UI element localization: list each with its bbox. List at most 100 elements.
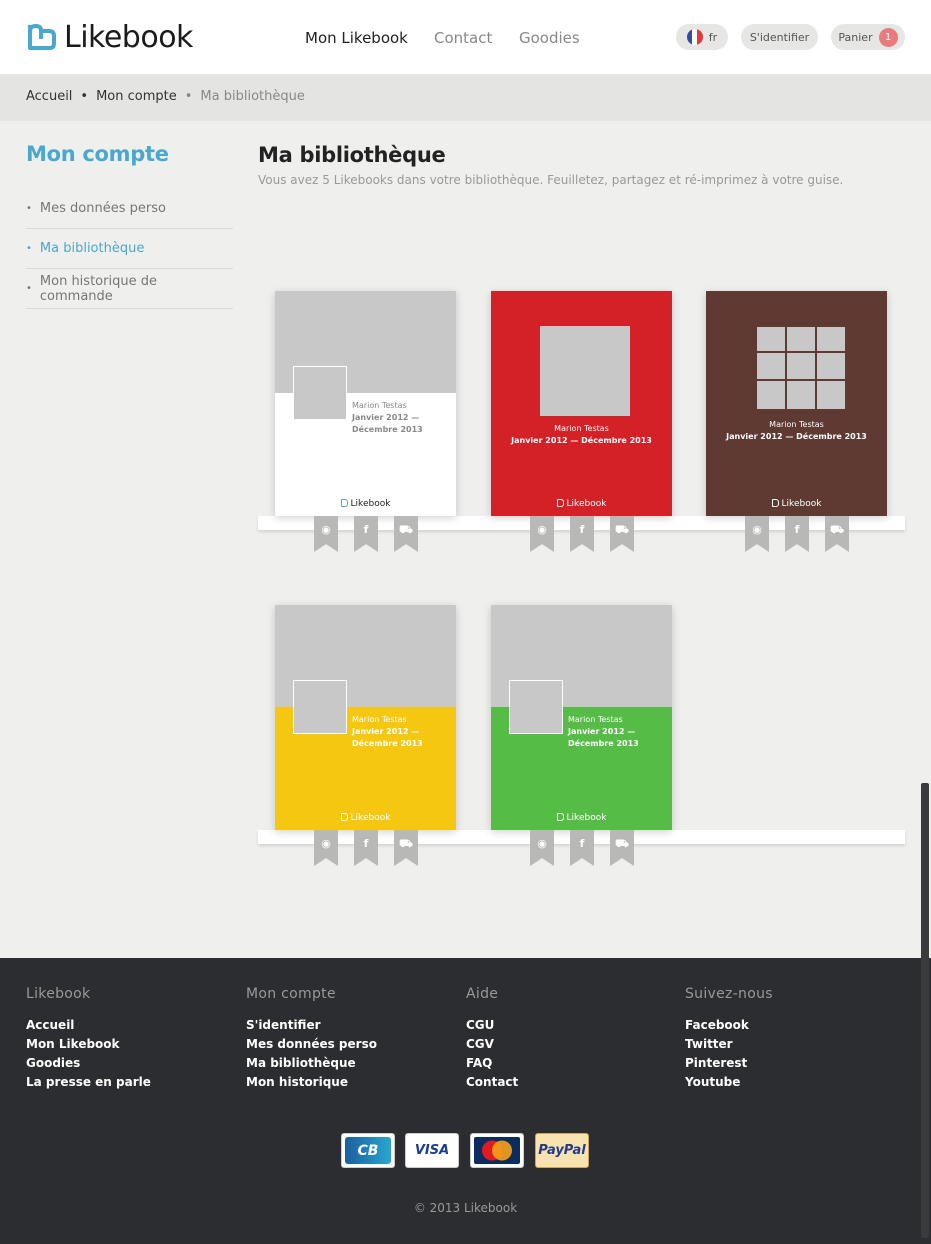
cart-action-tag[interactable]: ⛟ bbox=[825, 516, 849, 552]
likebook-logo-icon bbox=[340, 499, 348, 507]
cart-count-badge: 1 bbox=[878, 27, 898, 47]
cover-brand: Likebook bbox=[275, 813, 456, 823]
login-button[interactable]: S'identifier bbox=[741, 24, 818, 50]
nav-goodies[interactable]: Goodies bbox=[519, 29, 580, 47]
payment-paypal-logo: PayPal bbox=[535, 1133, 589, 1168]
brand-name: Likebook bbox=[64, 19, 193, 55]
eye-action-tag[interactable]: ◉ bbox=[530, 830, 554, 866]
sidebar-item-historique[interactable]: • Mon historique de commande bbox=[26, 269, 233, 309]
language-selector[interactable]: fr bbox=[676, 24, 728, 50]
footer-column-title: Aide bbox=[466, 986, 499, 1002]
cover-author: Marion Testas bbox=[568, 715, 623, 724]
likebook-logo-icon bbox=[556, 813, 564, 821]
logo[interactable]: Likebook bbox=[26, 19, 193, 55]
breadcrumb-current: Ma bibliothèque bbox=[200, 89, 305, 104]
facebook-icon: f bbox=[363, 523, 369, 536]
mosaic-photo bbox=[816, 380, 846, 410]
book-cover[interactable]: Marion Testas Janvier 2012 — Décembre 201… bbox=[491, 291, 672, 516]
cover-brand-label: Likebook bbox=[350, 813, 391, 823]
bullet-icon: • bbox=[26, 203, 32, 214]
footer-link[interactable]: Goodies bbox=[26, 1054, 151, 1073]
footer-link[interactable]: Twitter bbox=[685, 1035, 773, 1054]
mosaic-photo bbox=[756, 326, 786, 352]
cover-brand: Likebook bbox=[706, 499, 887, 509]
login-label: S'identifier bbox=[749, 30, 810, 44]
cover-photo bbox=[293, 366, 347, 420]
language-label: fr bbox=[708, 30, 718, 44]
book-cover[interactable]: Marion Testas Janvier 2012 — Décembre 2013… bbox=[275, 291, 456, 516]
mosaic-photo bbox=[756, 380, 786, 410]
nav-mon-likebook[interactable]: Mon Likebook bbox=[305, 29, 408, 47]
breadcrumb-separator: • bbox=[184, 89, 193, 104]
footer-link[interactable]: CGU bbox=[466, 1016, 518, 1035]
cart-action-tag[interactable]: ⛟ bbox=[394, 516, 418, 552]
breadcrumb-accueil[interactable]: Accueil bbox=[26, 89, 72, 104]
cart-button[interactable]: Panier 1 bbox=[831, 24, 905, 50]
cover-photo bbox=[540, 326, 630, 416]
footer-column: Mon compte S'identifier Mes données perso M… bbox=[246, 986, 377, 1092]
cover-date-line1: Janvier 2012 — bbox=[568, 727, 636, 736]
cover-date-line2: Décembre 2013 bbox=[568, 739, 639, 748]
eye-action-tag[interactable]: ◉ bbox=[314, 830, 338, 866]
eye-action-tag[interactable]: ◉ bbox=[530, 516, 554, 552]
footer-link[interactable]: Ma bibliothèque bbox=[246, 1054, 377, 1073]
nav-contact[interactable]: Contact bbox=[434, 29, 492, 47]
cover-info: Marion Testas Janvier 2012 — Décembre 2013 bbox=[568, 714, 639, 750]
cover-photo bbox=[293, 680, 347, 734]
footer-link[interactable]: FAQ bbox=[466, 1054, 518, 1073]
facebook-icon: f bbox=[794, 523, 800, 536]
cart-action-tag[interactable]: ⛟ bbox=[610, 830, 634, 866]
cover-date-line1: Janvier 2012 — bbox=[352, 727, 420, 736]
cart-action-tag[interactable]: ⛟ bbox=[610, 516, 634, 552]
book-cover[interactable]: Marion Testas Janvier 2012 — Décembre 2013… bbox=[275, 605, 456, 830]
footer-link[interactable]: Contact bbox=[466, 1073, 518, 1092]
cover-info: Marion Testas Janvier 2012 — Décembre 2013 bbox=[352, 400, 423, 436]
eye-action-tag[interactable]: ◉ bbox=[314, 516, 338, 552]
footer-link[interactable]: Accueil bbox=[26, 1016, 151, 1035]
sidebar-item-donnees-perso[interactable]: • Mes données perso bbox=[26, 189, 233, 229]
cover-info: Marion Testas Janvier 2012 — Décembre 201… bbox=[491, 423, 672, 447]
payment-visa-logo: VISA bbox=[405, 1133, 459, 1168]
cover-author: Marion Testas bbox=[769, 420, 824, 429]
eye-icon: ◉ bbox=[537, 523, 547, 536]
cart-action-tag[interactable]: ⛟ bbox=[394, 830, 418, 866]
cover-brand-label: Likebook bbox=[350, 499, 391, 509]
sidebar-item-bibliotheque[interactable]: • Ma bibliothèque bbox=[26, 229, 233, 269]
facebook-action-tag[interactable]: f bbox=[354, 516, 378, 552]
book-cover[interactable]: Marion Testas Janvier 2012 — Décembre 2013… bbox=[491, 605, 672, 830]
cover-date-line2: Décembre 2013 bbox=[352, 739, 423, 748]
eye-icon: ◉ bbox=[321, 523, 331, 536]
cart-icon: ⛟ bbox=[830, 523, 844, 536]
facebook-action-tag[interactable]: f bbox=[570, 830, 594, 866]
footer-link[interactable]: Pinterest bbox=[685, 1054, 773, 1073]
footer-link[interactable]: Youtube bbox=[685, 1073, 773, 1092]
footer-link[interactable]: Mon historique bbox=[246, 1073, 377, 1092]
eye-action-tag[interactable]: ◉ bbox=[745, 516, 769, 552]
scrollbar-thumb[interactable] bbox=[921, 783, 929, 1238]
facebook-icon: f bbox=[579, 523, 585, 536]
footer-link[interactable]: S'identifier bbox=[246, 1016, 377, 1035]
mosaic-photo bbox=[786, 380, 816, 410]
facebook-icon: f bbox=[363, 837, 369, 850]
facebook-action-tag[interactable]: f bbox=[570, 516, 594, 552]
likebook-logo-icon bbox=[28, 24, 56, 50]
facebook-icon: f bbox=[579, 837, 585, 850]
breadcrumb: Accueil • Mon compte • Ma bibliothèque bbox=[26, 89, 305, 104]
footer-link[interactable]: Mon Likebook bbox=[26, 1035, 151, 1054]
mosaic-photo bbox=[786, 326, 816, 352]
facebook-action-tag[interactable]: f bbox=[785, 516, 809, 552]
cover-info: Marion Testas Janvier 2012 — Décembre 2013 bbox=[352, 714, 423, 750]
facebook-action-tag[interactable]: f bbox=[354, 830, 378, 866]
likebook-logo-icon bbox=[556, 499, 564, 507]
breadcrumb-mon-compte[interactable]: Mon compte bbox=[96, 89, 177, 104]
cover-date-line1: Janvier 2012 — Décembre 2013 bbox=[511, 436, 652, 445]
cover-date-line1: Janvier 2012 — bbox=[352, 413, 420, 422]
footer-link[interactable]: La presse en parle bbox=[26, 1073, 151, 1092]
cover-brand-label: Likebook bbox=[566, 499, 607, 509]
header: Likebook Mon Likebook Contact Goodies fr… bbox=[0, 0, 931, 74]
footer-link[interactable]: Mes données perso bbox=[246, 1035, 377, 1054]
footer-link[interactable]: CGV bbox=[466, 1035, 518, 1054]
cart-icon: ⛟ bbox=[615, 837, 629, 850]
book-cover[interactable]: Marion Testas Janvier 2012 — Décembre 201… bbox=[706, 291, 887, 516]
footer-link[interactable]: Facebook bbox=[685, 1016, 773, 1035]
